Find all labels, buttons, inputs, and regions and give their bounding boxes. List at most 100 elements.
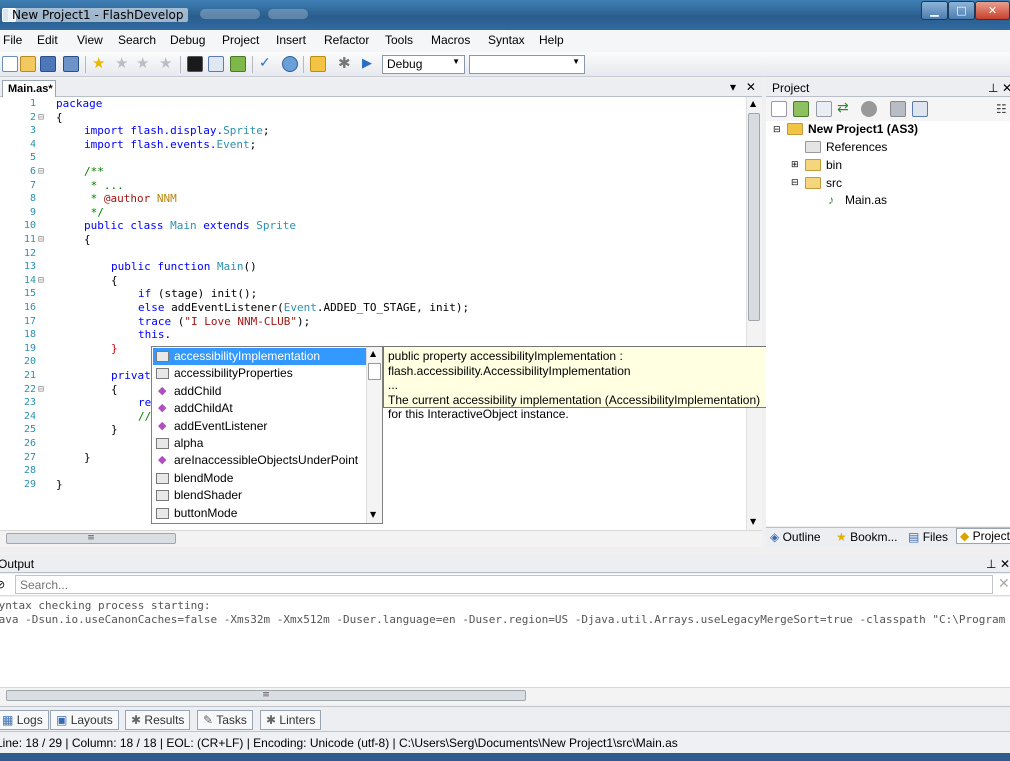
bookmark-icon[interactable]: ★ <box>92 56 108 72</box>
tab-main-as[interactable]: Main.as* <box>2 80 56 97</box>
chevron-down-icon: ▼ <box>452 57 460 66</box>
tab-linters[interactable]: ✱ Linters <box>260 710 322 730</box>
scroll-up-icon[interactable]: ▲ <box>370 349 376 358</box>
menu-view[interactable]: View <box>77 33 103 47</box>
completion-item[interactable]: ◆ addEventListener <box>153 418 368 435</box>
package-icon[interactable] <box>310 56 326 72</box>
clear-search-icon[interactable]: ✕ <box>998 576 1010 592</box>
pin-icon[interactable]: ⊥ <box>986 557 996 571</box>
new-file-icon[interactable] <box>2 56 18 72</box>
scrollbar-thumb[interactable] <box>368 363 381 380</box>
tab-files[interactable]: ▤ Files <box>908 530 948 544</box>
command-prompt-icon[interactable] <box>187 56 203 72</box>
as-file-icon: ♪ <box>828 193 834 207</box>
tree-item-main-as[interactable]: Main.as <box>845 193 887 207</box>
scroll-down-icon[interactable]: ▼ <box>370 510 376 519</box>
project-tool-icon[interactable] <box>793 101 809 117</box>
toolbar: ★ ★ ★ ★ ✓ ✱ ▶ Debug ▼ ▼ <box>0 52 1010 77</box>
scrollbar-thumb[interactable]: ≡ <box>6 533 176 544</box>
completion-item[interactable]: blendShader <box>153 487 368 504</box>
refresh-icon[interactable] <box>282 56 298 72</box>
completion-item[interactable]: alpha <box>153 435 368 452</box>
completion-scrollbar[interactable]: ▲ ▼ <box>366 347 382 523</box>
tree-root[interactable]: New Project1 (AS3) <box>808 122 918 136</box>
open-icon[interactable] <box>20 56 36 72</box>
close-panel-icon[interactable]: ✕ <box>1002 81 1010 95</box>
results-icon: ✱ <box>131 713 142 727</box>
tab-label: Linters <box>279 713 316 727</box>
close-tab-icon[interactable]: ✕ <box>746 80 756 94</box>
completion-label: addChild <box>174 383 222 398</box>
tree-item-references[interactable]: References <box>826 140 887 154</box>
completion-item[interactable]: accessibilityImplementation <box>153 348 368 366</box>
layout-icon[interactable] <box>208 56 224 72</box>
menu-tools[interactable]: Tools <box>385 33 413 47</box>
bookmark-next-icon[interactable]: ★ <box>115 56 131 72</box>
settings-icon[interactable]: ✱ <box>338 56 354 72</box>
refresh-icon[interactable]: ⇄ <box>837 101 853 117</box>
completion-item[interactable]: ◆ addChildAt <box>153 400 368 417</box>
tree-item-src[interactable]: src <box>826 176 842 190</box>
expand-icon[interactable]: ⊞ <box>791 159 799 170</box>
menu-edit[interactable]: Edit <box>37 33 58 47</box>
tab-layouts[interactable]: ▣ Layouts <box>50 710 119 730</box>
scrollbar-thumb[interactable]: ≡ <box>6 690 526 701</box>
project-tool-icon[interactable] <box>890 101 906 117</box>
config-select[interactable]: Debug ▼ <box>382 55 465 74</box>
project-tool-icon[interactable] <box>816 101 832 117</box>
scrollbar-thumb[interactable] <box>748 113 760 321</box>
property-icon <box>156 438 169 449</box>
target-select[interactable]: ▼ <box>469 55 585 74</box>
project-tool-icon[interactable] <box>912 101 928 117</box>
maximize-button[interactable]: □ <box>948 1 975 20</box>
tab-dropdown-icon[interactable]: ▾ <box>730 80 736 94</box>
scroll-down-icon[interactable]: ▼ <box>750 517 756 526</box>
menu-help[interactable]: Help <box>539 33 564 47</box>
completion-item[interactable]: accessibilityProperties <box>153 365 368 382</box>
tab-tasks[interactable]: ✎ Tasks <box>197 710 253 730</box>
completion-item[interactable]: buttonMode <box>153 505 368 522</box>
scroll-up-icon[interactable]: ▲ <box>750 99 756 108</box>
code-line: { <box>56 111 63 125</box>
save-all-icon[interactable] <box>63 56 79 72</box>
minimize-button[interactable]: ▁ <box>921 1 948 20</box>
save-icon[interactable] <box>40 56 56 72</box>
tab-label: Project <box>972 529 1010 543</box>
clear-output-icon[interactable]: ⊘ <box>0 578 5 591</box>
menu-debug[interactable]: Debug <box>170 33 205 47</box>
menu-refactor[interactable]: Refactor <box>324 33 369 47</box>
code-token: . <box>164 328 172 342</box>
menu-syntax[interactable]: Syntax <box>488 33 525 47</box>
collapse-icon[interactable]: ⊟ <box>773 124 781 135</box>
completion-item[interactable]: blendMode <box>153 470 368 487</box>
run-icon[interactable]: ▶ <box>362 56 378 72</box>
bookmark-clear-icon[interactable]: ★ <box>159 56 175 72</box>
pin-icon[interactable]: ⊥ <box>988 81 998 95</box>
project-tool-icon[interactable] <box>771 101 787 117</box>
close-button[interactable]: ✕ <box>975 1 1010 20</box>
completion-item[interactable]: ◆ areInaccessibleObjectsUnderPoint <box>153 452 368 469</box>
clean-icon[interactable] <box>230 56 246 72</box>
project-menu-icon[interactable]: ☷ <box>996 101 1010 117</box>
tab-bookmarks[interactable]: ★ Bookm... <box>836 530 897 544</box>
menu-project[interactable]: Project <box>222 33 259 47</box>
menu-insert[interactable]: Insert <box>276 33 306 47</box>
close-panel-icon[interactable]: ✕ <box>1000 557 1010 571</box>
code-token: ); <box>296 314 311 328</box>
tab-outline[interactable]: ◈ Outline <box>770 530 821 544</box>
project-tool-icon[interactable] <box>861 101 877 117</box>
code-token: Event <box>216 137 250 151</box>
tab-project[interactable]: ◆ Project <box>956 528 1010 544</box>
menu-macros[interactable]: Macros <box>431 33 470 47</box>
tab-logs[interactable]: ▦ Logs <box>0 710 49 730</box>
output-search-input[interactable] <box>15 575 993 594</box>
tree-item-bin[interactable]: bin <box>826 158 842 172</box>
check-syntax-icon[interactable]: ✓ <box>259 56 275 72</box>
code-line: } <box>111 341 118 355</box>
menu-file[interactable]: File <box>3 33 22 47</box>
collapse-icon[interactable]: ⊟ <box>791 177 799 188</box>
tab-results[interactable]: ✱ Results <box>125 710 191 730</box>
bookmark-prev-icon[interactable]: ★ <box>136 56 152 72</box>
menu-search[interactable]: Search <box>118 33 156 47</box>
completion-item[interactable]: ◆ addChild <box>153 383 368 400</box>
